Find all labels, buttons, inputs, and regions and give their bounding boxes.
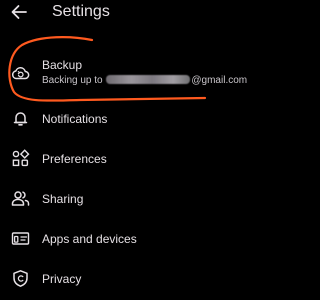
back-button[interactable] bbox=[8, 2, 30, 22]
shield-icon bbox=[11, 269, 30, 288]
devices-icon bbox=[11, 229, 30, 248]
arrow-back-icon bbox=[11, 5, 27, 19]
privacy-setting-item[interactable]: Privacy bbox=[0, 266, 276, 292]
redacted-email-username bbox=[106, 75, 191, 84]
backup-label: Backup bbox=[42, 58, 83, 72]
sharing-label: Sharing bbox=[42, 192, 84, 206]
apps-and-devices-label: Apps and devices bbox=[42, 232, 137, 246]
backup-subtitle-prefix: Backing up to bbox=[42, 75, 103, 86]
backup-subtitle-suffix: @gmail.com bbox=[191, 75, 248, 86]
bell-icon bbox=[11, 109, 30, 128]
backup-subtitle: Backing up to @gmail.com bbox=[42, 75, 247, 87]
people-icon bbox=[11, 189, 30, 208]
preferences-setting-item[interactable]: Preferences bbox=[0, 146, 276, 172]
sharing-setting-item[interactable]: Sharing bbox=[0, 186, 276, 212]
top-app-bar: Settings bbox=[0, 0, 276, 26]
cloud-sync-icon bbox=[11, 64, 30, 83]
notifications-label: Notifications bbox=[42, 112, 108, 126]
notifications-setting-item[interactable]: Notifications bbox=[0, 106, 276, 132]
page-title: Settings bbox=[52, 3, 110, 20]
backup-setting-item[interactable]: Backup Backing up to @gmail.com bbox=[0, 52, 276, 92]
apps-and-devices-setting-item[interactable]: Apps and devices bbox=[0, 226, 276, 252]
preferences-shapes-icon bbox=[11, 149, 30, 168]
privacy-label: Privacy bbox=[42, 272, 82, 286]
preferences-label: Preferences bbox=[42, 152, 107, 166]
